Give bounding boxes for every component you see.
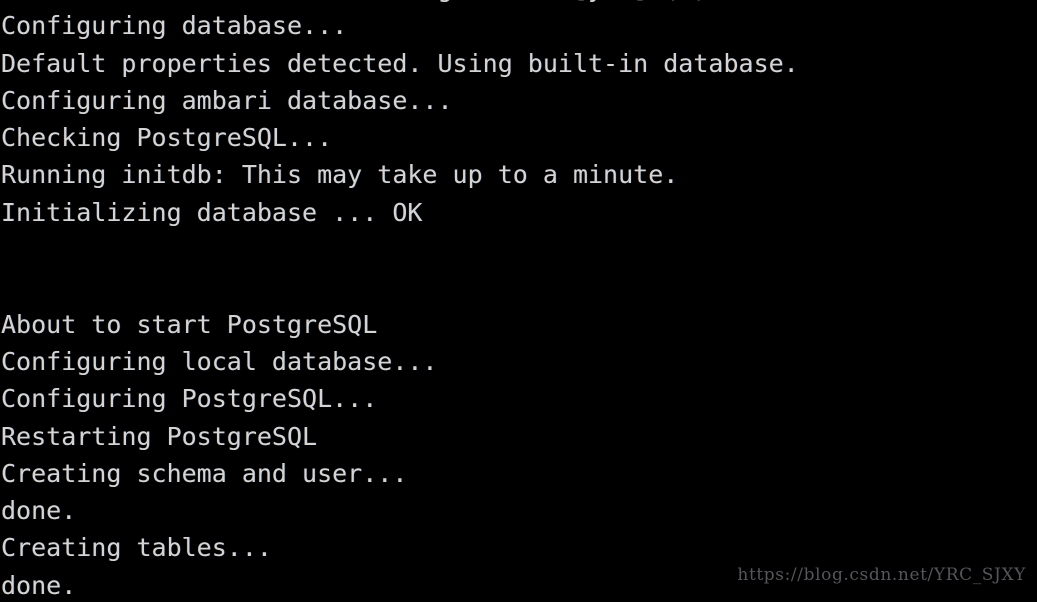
terminal-line: Configuring local database... [1,346,438,376]
terminal-line: Configuring PostgreSQL... [1,384,378,414]
terminal-line: Configuring ambari database... [1,85,453,115]
terminal-output-area[interactable]: Enter advanced database configuration [y… [0,0,1037,602]
terminal-line: Running initdb: This may take up to a mi… [1,160,679,190]
terminal-window[interactable]: Enter advanced database configuration [y… [0,0,1037,602]
terminal-line: Configuring database... [1,11,348,41]
terminal-line: Checking PostgreSQL... [1,123,333,153]
terminal-line: Default properties detected. Using built… [1,48,799,78]
terminal-line: Restarting PostgreSQL [1,421,318,451]
terminal-line: done. [1,496,77,526]
terminal-line: Enter advanced database configuration [y… [0,0,1037,7]
terminal-line: About to start PostgreSQL [1,309,378,339]
watermark-url: https://blog.csdn.net/YRC_SJXY [737,565,1026,585]
terminal-line: Creating schema and user... [1,458,408,488]
terminal-line: Initializing database ... OK [1,197,423,227]
terminal-line: Creating tables... [1,533,272,563]
